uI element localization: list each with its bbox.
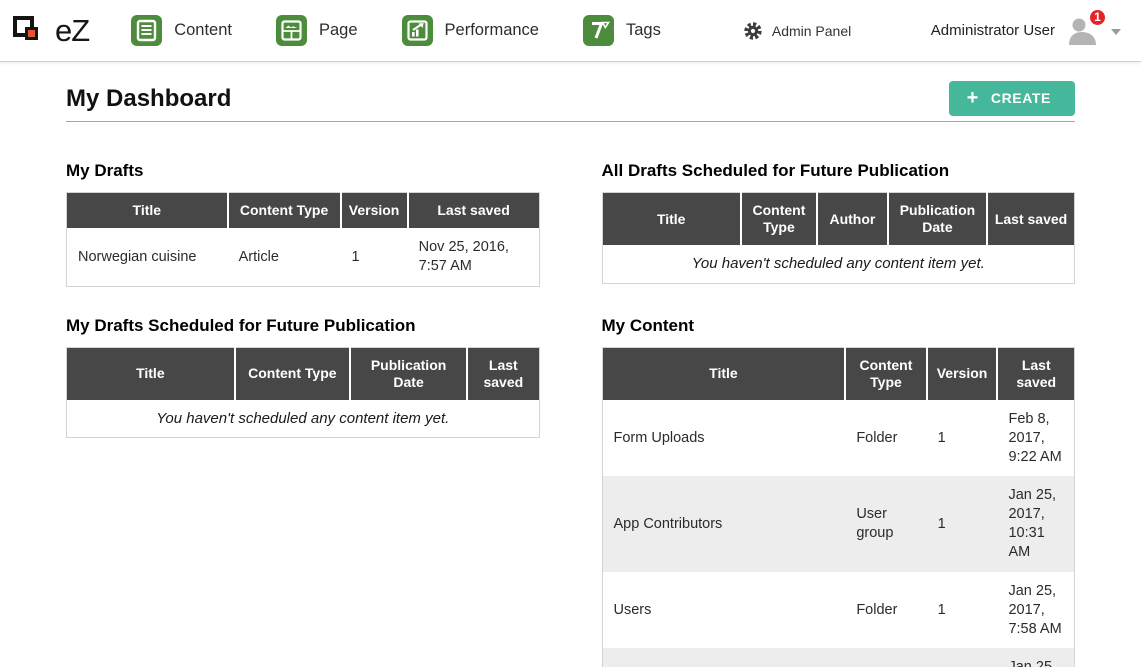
section-my-content: My Content TitleContent TypeVersionLast … bbox=[602, 316, 1076, 667]
table-cell: Folder bbox=[845, 572, 926, 649]
table-cell: Jan 25, 2017, 7:55 AM bbox=[997, 648, 1074, 667]
table-cell: Folder bbox=[845, 400, 926, 477]
notification-badge[interactable]: 1 bbox=[1088, 8, 1107, 27]
dashboard-page: My Dashboard + CREATE My Drafts TitleCon… bbox=[0, 81, 1141, 667]
table-cell: 1 bbox=[927, 476, 998, 571]
table-cell: Nov 25, 2016, 7:57 AM bbox=[408, 228, 539, 286]
avatar: 1 bbox=[1065, 15, 1101, 47]
table-cell: Feb 8, 2017, 9:22 AM bbox=[997, 400, 1074, 477]
table-cell: Form Uploads bbox=[602, 400, 845, 477]
empty-message: You haven't scheduled any content item y… bbox=[67, 400, 540, 438]
column-header: Last saved bbox=[987, 193, 1074, 246]
my-content-table: TitleContent TypeVersionLast savedForm U… bbox=[602, 347, 1076, 667]
column-header: Title bbox=[602, 347, 845, 400]
table-cell: 1 bbox=[927, 648, 998, 667]
column-header: Publication Date bbox=[888, 193, 987, 246]
table-header-row: TitleContent TypeVersionLast saved bbox=[602, 347, 1075, 400]
page-icon bbox=[276, 15, 307, 46]
all-drafts-scheduled-table: TitleContent TypeAuthorPublication DateL… bbox=[602, 192, 1076, 284]
admin-panel-label: Admin Panel bbox=[772, 23, 851, 39]
table-cell: Article bbox=[228, 228, 341, 286]
empty-message: You haven't scheduled any content item y… bbox=[602, 245, 1075, 283]
performance-icon bbox=[402, 15, 433, 46]
column-header: Title bbox=[67, 347, 235, 400]
nav-label-performance: Performance bbox=[445, 21, 539, 40]
logo-orange-square bbox=[25, 27, 38, 40]
section-my-drafts-scheduled: My Drafts Scheduled for Future Publicati… bbox=[66, 316, 540, 439]
table-row[interactable]: AppFolder1Jan 25, 2017, 7:55 AM bbox=[602, 648, 1075, 667]
table-cell: 1 bbox=[927, 400, 998, 477]
main-nav: Content Page bbox=[131, 15, 661, 46]
table-header-row: TitleContent TypeAuthorPublication DateL… bbox=[602, 193, 1075, 246]
column-header: Content Type bbox=[741, 193, 817, 246]
page-header: My Dashboard + CREATE bbox=[66, 81, 1075, 122]
table-row[interactable]: Form UploadsFolder1Feb 8, 2017, 9:22 AM bbox=[602, 400, 1075, 477]
column-header: Content Type bbox=[845, 347, 926, 400]
data-table: TitleContent TypePublication DateLast sa… bbox=[66, 347, 540, 439]
ez-logo[interactable]: eZ bbox=[10, 10, 89, 52]
table-cell: Jan 25, 2017, 10:31 AM bbox=[997, 476, 1074, 571]
column-header: Author bbox=[817, 193, 888, 246]
gear-icon bbox=[743, 21, 763, 41]
nav-item-page[interactable]: Page bbox=[276, 15, 358, 46]
my-drafts-title: My Drafts bbox=[66, 161, 540, 181]
table-row[interactable]: UsersFolder1Jan 25, 2017, 7:58 AM bbox=[602, 572, 1075, 649]
table-row[interactable]: App ContributorsUser group1Jan 25, 2017,… bbox=[602, 476, 1075, 571]
table-cell: Norwegian cuisine bbox=[67, 228, 228, 286]
empty-row: You haven't scheduled any content item y… bbox=[602, 245, 1075, 283]
create-button-label: CREATE bbox=[991, 90, 1051, 106]
column-header: Content Type bbox=[235, 347, 350, 400]
nav-label-tags: Tags bbox=[626, 21, 661, 40]
nav-label-content: Content bbox=[174, 21, 232, 40]
table-cell: User group bbox=[845, 476, 926, 571]
table-cell: 1 bbox=[927, 572, 998, 649]
dashboard-grid: My Drafts TitleContent TypeVersionLast s… bbox=[66, 161, 1075, 667]
table-header-row: TitleContent TypeVersionLast saved bbox=[67, 193, 540, 229]
table-cell: Users bbox=[602, 572, 845, 649]
tag-icon bbox=[583, 15, 614, 46]
create-button[interactable]: + CREATE bbox=[949, 81, 1075, 116]
table-cell: App Contributors bbox=[602, 476, 845, 571]
chevron-down-icon bbox=[1111, 29, 1121, 35]
nav-item-tags[interactable]: Tags bbox=[583, 15, 661, 46]
plus-icon: + bbox=[967, 91, 979, 105]
section-all-drafts-scheduled: All Drafts Scheduled for Future Publicat… bbox=[602, 161, 1076, 284]
user-menu[interactable]: Administrator User 1 bbox=[931, 15, 1121, 47]
page-title: My Dashboard bbox=[66, 85, 231, 113]
my-content-title: My Content bbox=[602, 316, 1076, 336]
section-my-drafts: My Drafts TitleContent TypeVersionLast s… bbox=[66, 161, 540, 287]
data-table: TitleContent TypeVersionLast savedForm U… bbox=[602, 347, 1076, 667]
my-drafts-scheduled-title: My Drafts Scheduled for Future Publicati… bbox=[66, 316, 540, 336]
column-header: Title bbox=[602, 193, 741, 246]
my-drafts-scheduled-table: TitleContent TypePublication DateLast sa… bbox=[66, 347, 540, 439]
table-cell: 1 bbox=[341, 228, 408, 286]
column-header: Last saved bbox=[467, 347, 539, 400]
column-header: Title bbox=[67, 193, 228, 229]
my-drafts-table: TitleContent TypeVersionLast savedNorweg… bbox=[66, 192, 540, 287]
data-table: TitleContent TypeVersionLast savedNorweg… bbox=[66, 192, 540, 287]
nav-label-page: Page bbox=[319, 21, 358, 40]
column-header: Content Type bbox=[228, 193, 341, 229]
ez-logo-icon bbox=[10, 10, 50, 52]
table-cell: Folder bbox=[845, 648, 926, 667]
nav-item-content[interactable]: Content bbox=[131, 15, 232, 46]
data-table: TitleContent TypeAuthorPublication DateL… bbox=[602, 192, 1076, 284]
column-header: Version bbox=[341, 193, 408, 229]
top-bar: eZ Content Pag bbox=[0, 0, 1141, 62]
content-icon bbox=[131, 15, 162, 46]
user-name: Administrator User bbox=[931, 22, 1055, 39]
column-header: Last saved bbox=[408, 193, 539, 229]
all-drafts-scheduled-title: All Drafts Scheduled for Future Publicat… bbox=[602, 161, 1076, 181]
column-header: Last saved bbox=[997, 347, 1074, 400]
table-row[interactable]: Norwegian cuisineArticle1Nov 25, 2016, 7… bbox=[67, 228, 540, 286]
empty-row: You haven't scheduled any content item y… bbox=[67, 400, 540, 438]
admin-panel-button[interactable]: Admin Panel bbox=[743, 21, 851, 41]
nav-item-performance[interactable]: Performance bbox=[402, 15, 539, 46]
table-cell: Jan 25, 2017, 7:58 AM bbox=[997, 572, 1074, 649]
ez-logo-text: eZ bbox=[55, 13, 89, 49]
column-header: Publication Date bbox=[350, 347, 467, 400]
column-header: Version bbox=[927, 347, 998, 400]
table-cell: App bbox=[602, 648, 845, 667]
table-header-row: TitleContent TypePublication DateLast sa… bbox=[67, 347, 540, 400]
